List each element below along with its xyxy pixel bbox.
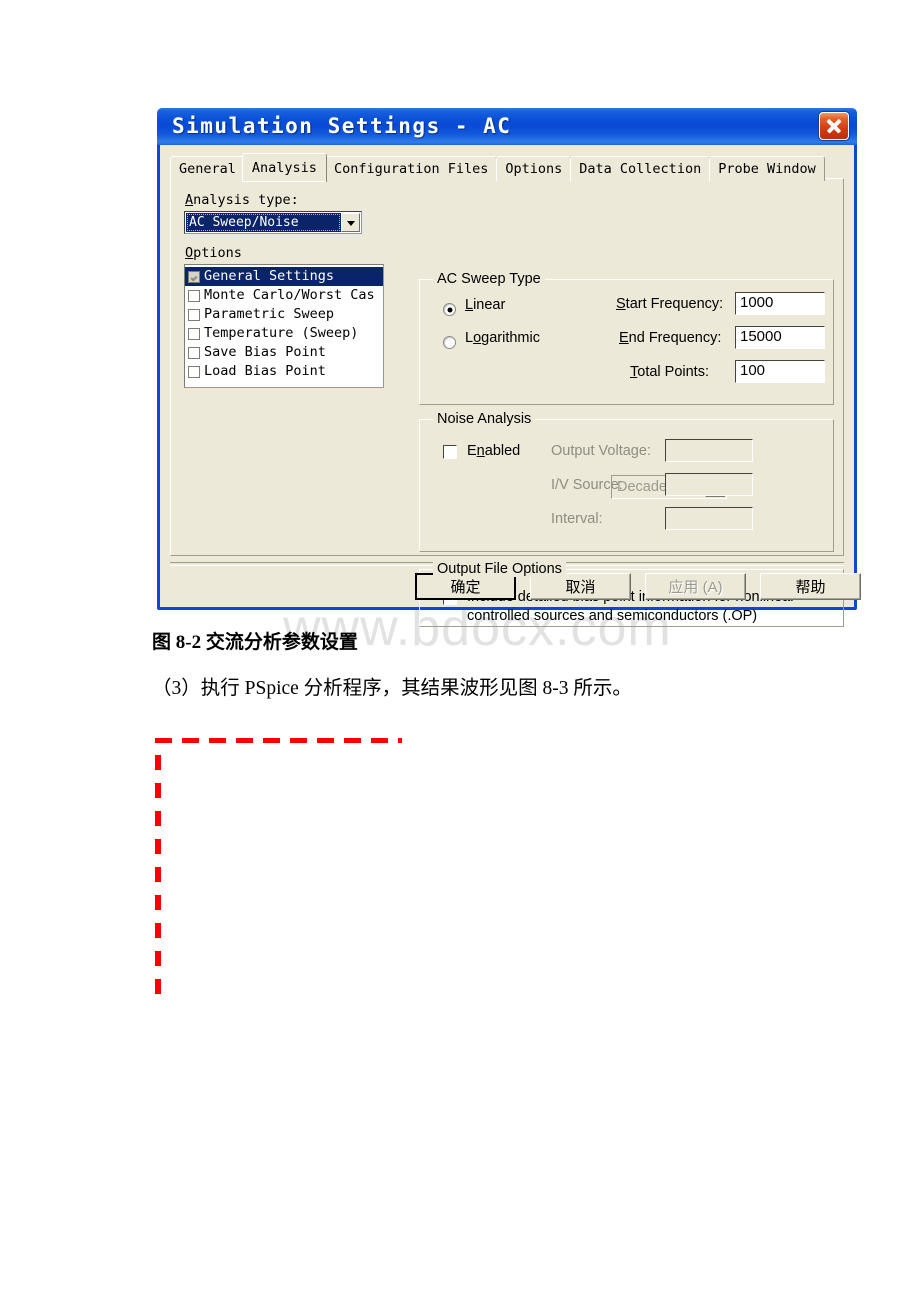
tab-data-collection[interactable]: Data Collection [570,156,711,181]
output-file-options-group-title: Output File Options [433,561,566,577]
list-item-label: Monte Carlo/Worst Cas [204,287,375,303]
simulation-settings-dialog: Simulation Settings - AC General Analysi… [157,108,861,627]
options-label: Options [185,245,242,261]
output-voltage-input [665,439,753,462]
checkbox-icon[interactable] [188,308,200,321]
noise-enabled-label: Enabled [467,443,521,459]
chevron-down-icon[interactable] [341,213,360,232]
analysis-type-combo[interactable]: AC Sweep/Noise [184,211,362,234]
tab-probe-window[interactable]: Probe Window [709,156,825,181]
checkbox-icon[interactable] [188,289,200,302]
end-frequency-input[interactable]: 15000 [735,326,825,349]
tab-analysis[interactable]: Analysis [241,153,327,182]
output-voltage-label: Output Voltage: [551,443,651,459]
list-item[interactable]: Load Bias Point [185,362,383,381]
interval-input [665,507,753,530]
tab-general[interactable]: General [170,156,245,181]
list-item[interactable]: Parametric Sweep [185,305,383,324]
radio-linear-label: Linear [465,297,506,313]
list-item-label: Save Bias Point [204,344,326,360]
list-item-label: Temperature (Sweep) [204,325,359,341]
radio-logarithmic[interactable] [443,336,456,349]
noise-enabled-checkbox[interactable] [443,445,457,459]
apply-button: 应用 (A) [645,573,746,600]
noise-analysis-group [419,419,834,552]
list-item-label: Parametric Sweep [204,306,335,322]
include-bias-point-label-line2: controlled sources and semiconductors (.… [467,608,758,624]
tab-options[interactable]: Options [496,156,572,181]
dialog-title: Simulation Settings - AC [172,114,512,138]
dialog-client-area: General Analysis Configuration Files Opt… [160,145,861,627]
cancel-button[interactable]: 取消 [530,573,631,600]
list-item[interactable]: Save Bias Point [185,343,383,362]
red-dashed-vertical-line [155,755,161,1003]
ac-sweep-type-group-title: AC Sweep Type [433,271,545,287]
red-dashed-horizontal-line [155,738,402,743]
list-item-label: Load Bias Point [204,363,326,379]
list-item[interactable]: General Settings [185,267,383,286]
dialog-titlebar[interactable]: Simulation Settings - AC [157,108,857,145]
checkbox-icon[interactable] [188,346,200,359]
analysis-tab-page: Analysis type: AC Sweep/Noise Options Ge… [170,178,844,627]
total-points-label: Total Points: [630,364,709,380]
options-listbox[interactable]: General Settings Monte Carlo/Worst Cas P… [184,264,384,388]
ok-button[interactable]: 确定 [415,573,516,600]
analysis-type-label: Analysis type: [185,192,299,208]
noise-analysis-group-title: Noise Analysis [433,411,536,427]
analysis-type-value: AC Sweep/Noise [186,213,341,232]
iv-source-label: I/V Source: [551,477,623,493]
button-bar: 确定 取消 应用 (A) 帮助 [415,573,861,600]
start-frequency-input[interactable]: 1000 [735,292,825,315]
list-item-label: General Settings [204,268,335,284]
tab-bar: General Analysis Configuration Files Opt… [170,151,825,182]
end-frequency-label: End Frequency: [619,330,722,346]
total-points-input[interactable]: 100 [735,360,825,383]
body-paragraph: （3）执行 PSpice 分析程序，其结果波形见图 8-3 所示。 [152,678,632,699]
help-button[interactable]: 帮助 [760,573,861,600]
radio-linear[interactable] [443,303,456,316]
list-item[interactable]: Monte Carlo/Worst Cas [185,286,383,305]
iv-source-input [665,473,753,496]
start-frequency-label: Start Frequency: [616,296,724,312]
checkbox-icon[interactable] [188,270,200,283]
checkbox-icon[interactable] [188,365,200,378]
interval-label: Interval: [551,511,603,527]
radio-logarithmic-label: Logarithmic [465,330,540,346]
checkbox-icon[interactable] [188,327,200,340]
figure-caption: 图 8-2 交流分析参数设置 [152,632,358,653]
tab-configuration-files[interactable]: Configuration Files [324,156,498,181]
close-icon[interactable] [819,112,849,140]
list-item[interactable]: Temperature (Sweep) [185,324,383,343]
